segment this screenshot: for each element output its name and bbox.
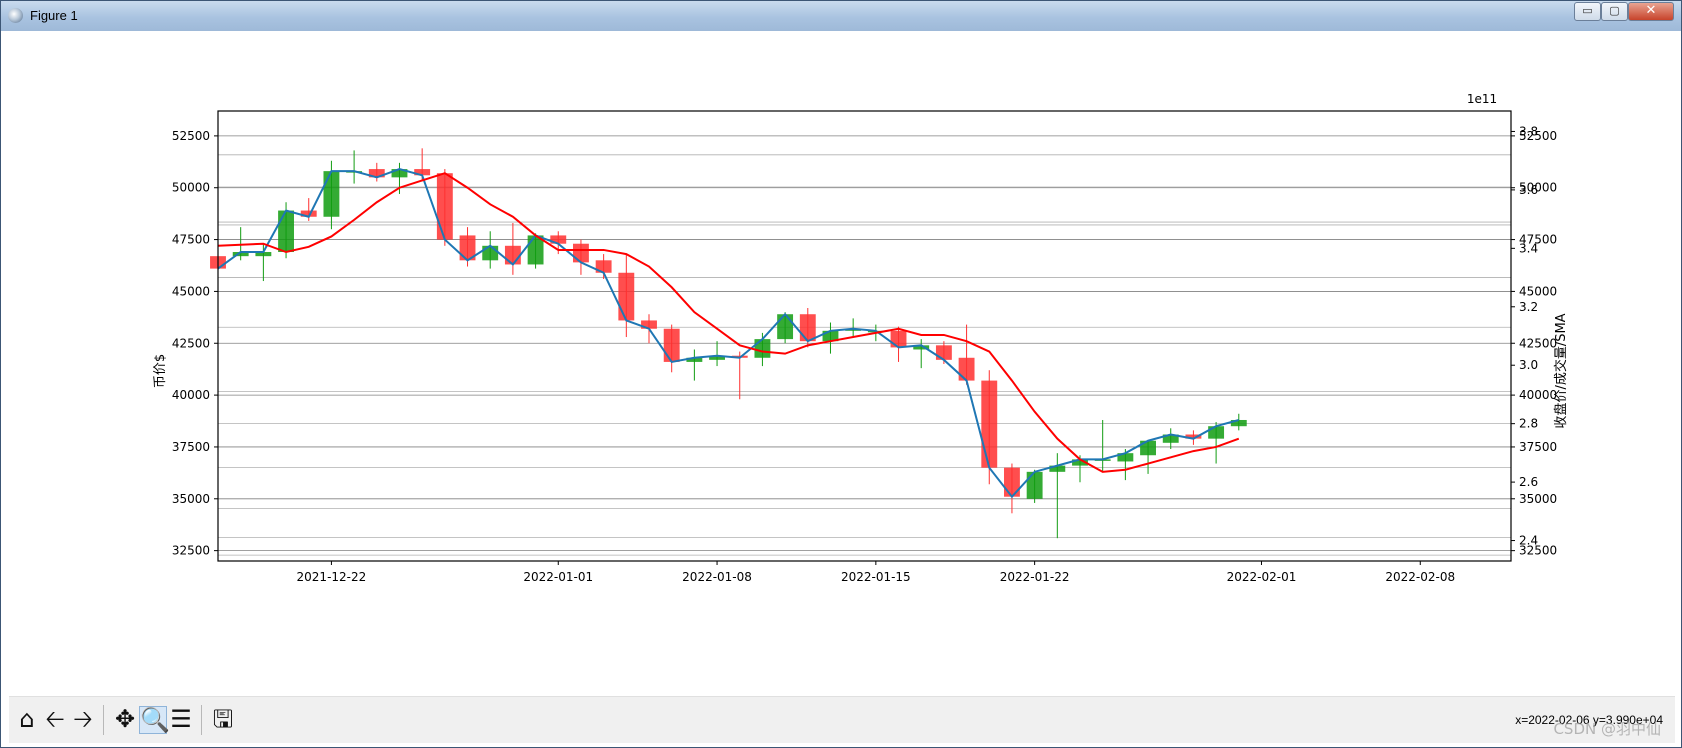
y3-tick-label: 2.8 (1519, 417, 1538, 431)
y-tick-label: 50000 (172, 181, 210, 195)
toolbar-separator (201, 705, 202, 735)
candle-body (278, 210, 294, 253)
window-title: Figure 1 (30, 8, 78, 23)
forward-icon[interactable]: 🡢 (69, 706, 97, 734)
configure-subplots-icon[interactable]: ☰ (167, 706, 195, 734)
close-price-line (217, 168, 1240, 499)
figure-canvas[interactable]: 32500 35000 37500 40000 42500 45000 47500 50000… (9, 31, 1675, 696)
y-tick-label: 40000 (172, 388, 210, 402)
pan-icon[interactable]: ✥ (111, 706, 139, 734)
home-icon[interactable]: ⌂ (13, 706, 41, 734)
y-tick-label: 37500 (172, 440, 210, 454)
back-icon[interactable]: 🡠 (41, 706, 69, 734)
y-tick-label: 35000 (172, 492, 210, 506)
x-tick-label: 2022-01-22 (1000, 570, 1070, 584)
y2-offset-text: 1e11 (1467, 92, 1497, 106)
candle-body (777, 314, 794, 340)
y-axis-label: 币价$ (153, 354, 168, 388)
plot-frame (217, 110, 1512, 562)
candle-body (504, 245, 521, 265)
matplotlib-app-icon (8, 8, 23, 23)
candle-body (663, 328, 680, 362)
y-tick-label: 45000 (172, 284, 210, 298)
figure-window: Figure 1 ▭ ▢ ✕ 32500 35000 37500 40000 42500… (0, 0, 1682, 748)
candle-body (981, 380, 998, 468)
candle-body (890, 330, 907, 348)
toolbar-separator (103, 705, 104, 735)
candle-body (573, 243, 589, 263)
y3-tick-label: 2.4 (1519, 534, 1538, 548)
candle-body (935, 345, 952, 360)
candle-body (436, 173, 453, 240)
candlestick-chart: 32500 35000 37500 40000 42500 45000 47500 50000… (153, 92, 1569, 584)
y2-tick-label: 45000 (1519, 284, 1557, 298)
save-icon[interactable]: 🖫 (209, 706, 237, 734)
y3-tick-label: 3.6 (1519, 183, 1538, 197)
candle-body (1026, 471, 1043, 499)
y2-tick-label: 35000 (1519, 492, 1557, 506)
x-tick-label: 2022-01-01 (523, 570, 593, 584)
candle-body (1004, 467, 1020, 497)
candle-body (482, 245, 499, 261)
candle-body (1208, 426, 1225, 439)
y2-axis-label: 收盘价/成交量/SMA (1553, 313, 1569, 428)
x-tick-label: 2022-02-08 (1385, 570, 1455, 584)
x-tick-label: 2022-01-08 (682, 570, 752, 584)
minimize-button[interactable]: ▭ (1574, 2, 1601, 21)
candle-body (799, 314, 816, 342)
candle-body (323, 171, 340, 217)
y3-tick-label: 3.4 (1519, 241, 1538, 255)
watermark: CSDN @羽中仙 (1553, 720, 1661, 738)
candle-body (618, 272, 635, 321)
y2-tick-label: 40000 (1519, 388, 1557, 402)
y-tick-label: 52500 (172, 129, 210, 143)
zoom-icon[interactable]: 🔍 (139, 706, 170, 734)
y-tick-label: 42500 (172, 336, 210, 350)
candle-body (958, 357, 975, 381)
title-bar[interactable]: Figure 1 ▭ ▢ ✕ (1, 1, 1681, 31)
navigation-toolbar: ⌂ 🡠 🡢 ✥ 🔍 ☰ 🖫 x=2022-02-06 y=3.990e+04 (9, 696, 1675, 743)
sma-line (217, 172, 1240, 473)
x-tick-label: 2021-12-22 (297, 570, 367, 584)
y3-tick-label: 3.8 (1519, 124, 1538, 138)
y3-tick-label: 3.0 (1519, 358, 1538, 372)
y3-tick-label: 2.6 (1519, 475, 1538, 489)
y-tick-label: 32500 (172, 544, 210, 558)
close-button[interactable]: ✕ (1628, 2, 1674, 21)
y2-tick-label: 42500 (1519, 336, 1557, 350)
x-tick-label: 2022-02-01 (1227, 570, 1297, 584)
x-tick-label: 2022-01-15 (841, 570, 911, 584)
y3-tick-label: 3.2 (1519, 300, 1538, 314)
maximize-button[interactable]: ▢ (1601, 2, 1628, 21)
candle-body (754, 339, 771, 358)
y-tick-label: 47500 (172, 233, 210, 247)
y2-tick-label: 37500 (1519, 440, 1557, 454)
